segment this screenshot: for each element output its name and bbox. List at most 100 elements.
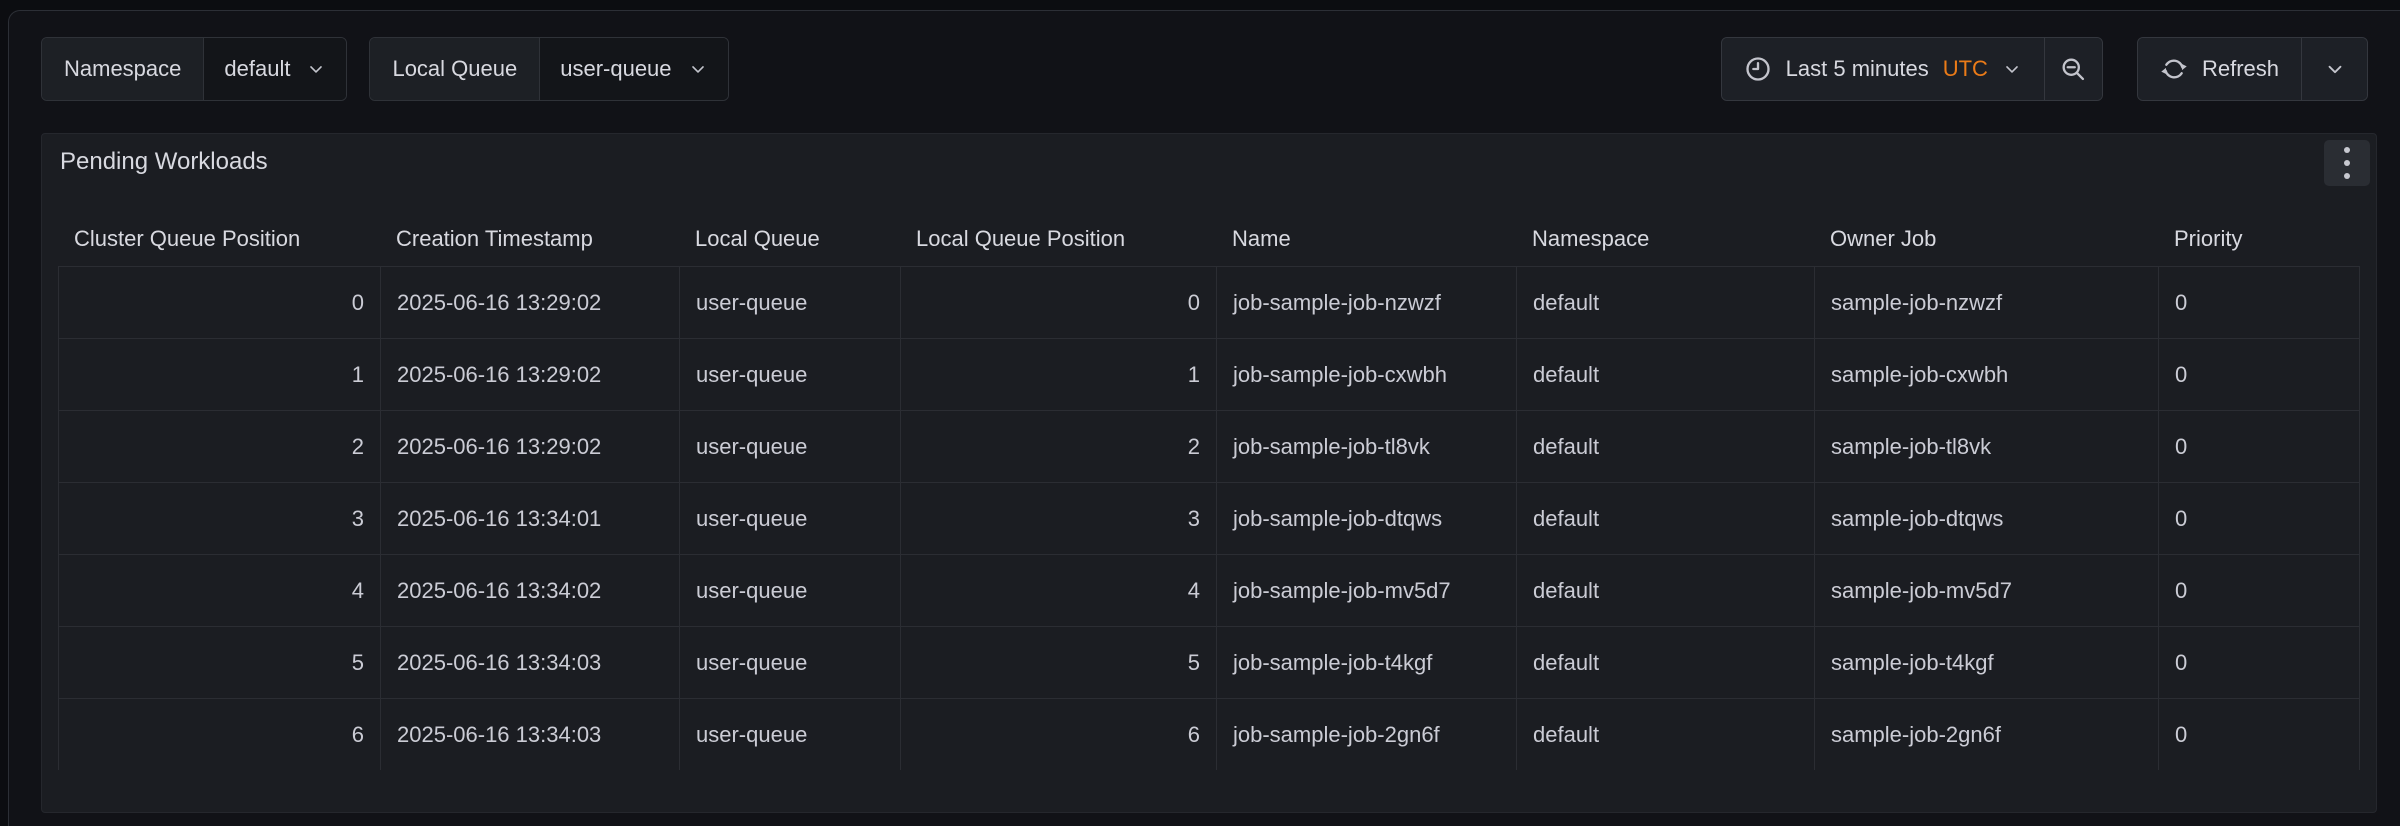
cell-name: job-sample-job-mv5d7 — [1216, 555, 1516, 626]
cell-priority: 0 — [2158, 339, 2360, 410]
cell-cluster-queue-position: 2 — [58, 411, 380, 482]
column-header-local-queue-position[interactable]: Local Queue Position — [900, 212, 1216, 266]
table-header-row: Cluster Queue PositionCreation Timestamp… — [58, 212, 2360, 266]
cell-creation-timestamp: 2025-06-16 13:29:02 — [380, 267, 679, 338]
table-row: 22025-06-16 13:29:02user-queue2job-sampl… — [58, 410, 2360, 482]
cell-local-queue: user-queue — [679, 555, 900, 626]
cell-owner-job: sample-job-t4kgf — [1814, 627, 2158, 698]
cell-priority: 0 — [2158, 411, 2360, 482]
cell-cluster-queue-position: 0 — [58, 267, 380, 338]
cell-namespace: default — [1516, 267, 1814, 338]
local-queue-variable-label: Local Queue — [370, 38, 540, 100]
cell-name: job-sample-job-nzwzf — [1216, 267, 1516, 338]
cell-cluster-queue-position: 4 — [58, 555, 380, 626]
cell-priority: 0 — [2158, 699, 2360, 770]
cell-local-queue-position: 1 — [900, 339, 1216, 410]
zoom-out-button[interactable] — [2044, 38, 2102, 100]
refresh-button-label: Refresh — [2202, 56, 2279, 82]
pending-workloads-panel: Pending Workloads Cluster Queue Position… — [41, 133, 2377, 813]
cell-local-queue: user-queue — [679, 699, 900, 770]
cell-name: job-sample-job-dtqws — [1216, 483, 1516, 554]
column-header-namespace[interactable]: Namespace — [1516, 212, 1814, 266]
cell-namespace: default — [1516, 339, 1814, 410]
chevron-down-icon — [2002, 59, 2022, 79]
cell-cluster-queue-position: 1 — [58, 339, 380, 410]
clock-icon — [1744, 55, 1772, 83]
cell-cluster-queue-position: 5 — [58, 627, 380, 698]
column-header-owner-job[interactable]: Owner Job — [1814, 212, 2158, 266]
cell-name: job-sample-job-tl8vk — [1216, 411, 1516, 482]
cell-namespace: default — [1516, 411, 1814, 482]
local-queue-variable-select[interactable]: user-queue — [540, 38, 727, 100]
table-row: 02025-06-16 13:29:02user-queue0job-sampl… — [58, 266, 2360, 338]
table-body: 02025-06-16 13:29:02user-queue0job-sampl… — [58, 266, 2360, 770]
cell-owner-job: sample-job-nzwzf — [1814, 267, 2158, 338]
local-queue-variable-value: user-queue — [560, 56, 671, 82]
cell-namespace: default — [1516, 627, 1814, 698]
cell-priority: 0 — [2158, 555, 2360, 626]
panel-header: Pending Workloads — [42, 134, 2376, 190]
table-row: 62025-06-16 13:34:03user-queue6job-sampl… — [58, 698, 2360, 770]
cell-owner-job: sample-job-mv5d7 — [1814, 555, 2158, 626]
cell-creation-timestamp: 2025-06-16 13:29:02 — [380, 339, 679, 410]
timezone-badge: UTC — [1943, 56, 1988, 82]
cell-local-queue: user-queue — [679, 483, 900, 554]
cell-local-queue-position: 2 — [900, 411, 1216, 482]
cell-creation-timestamp: 2025-06-16 13:34:01 — [380, 483, 679, 554]
cell-namespace: default — [1516, 699, 1814, 770]
time-range-label: Last 5 minutes — [1786, 56, 1929, 82]
cell-priority: 0 — [2158, 627, 2360, 698]
namespace-variable: Namespace default — [41, 37, 347, 101]
cell-priority: 0 — [2158, 267, 2360, 338]
cell-namespace: default — [1516, 483, 1814, 554]
cell-creation-timestamp: 2025-06-16 13:29:02 — [380, 411, 679, 482]
cell-name: job-sample-job-t4kgf — [1216, 627, 1516, 698]
table-row: 52025-06-16 13:34:03user-queue5job-sampl… — [58, 626, 2360, 698]
panel-menu-button[interactable] — [2324, 140, 2370, 186]
cell-owner-job: sample-job-cxwbh — [1814, 339, 2158, 410]
cell-local-queue-position: 5 — [900, 627, 1216, 698]
cell-local-queue: user-queue — [679, 411, 900, 482]
cell-priority: 0 — [2158, 483, 2360, 554]
local-queue-variable: Local Queue user-queue — [369, 37, 728, 101]
chevron-down-icon — [2324, 58, 2346, 80]
cell-cluster-queue-position: 3 — [58, 483, 380, 554]
cell-local-queue-position: 4 — [900, 555, 1216, 626]
table-row: 32025-06-16 13:34:01user-queue3job-sampl… — [58, 482, 2360, 554]
chevron-down-icon — [688, 59, 708, 79]
cell-owner-job: sample-job-tl8vk — [1814, 411, 2158, 482]
column-header-creation-timestamp[interactable]: Creation Timestamp — [380, 212, 679, 266]
cell-name: job-sample-job-cxwbh — [1216, 339, 1516, 410]
namespace-variable-select[interactable]: default — [204, 38, 346, 100]
kebab-icon — [2344, 147, 2350, 179]
cell-local-queue: user-queue — [679, 627, 900, 698]
cell-local-queue: user-queue — [679, 339, 900, 410]
refresh-controls: Refresh — [2137, 37, 2368, 101]
column-header-cluster-queue-position[interactable]: Cluster Queue Position — [58, 212, 380, 266]
column-header-name[interactable]: Name — [1216, 212, 1516, 266]
table-row: 42025-06-16 13:34:02user-queue4job-sampl… — [58, 554, 2360, 626]
panel-title: Pending Workloads — [60, 148, 268, 176]
dashboard-toolbar: Namespace default Local Queue user-queue — [41, 37, 2368, 101]
column-header-priority[interactable]: Priority — [2158, 212, 2360, 266]
cell-local-queue-position: 6 — [900, 699, 1216, 770]
cell-local-queue-position: 3 — [900, 483, 1216, 554]
column-header-local-queue[interactable]: Local Queue — [679, 212, 900, 266]
table-row: 12025-06-16 13:29:02user-queue1job-sampl… — [58, 338, 2360, 410]
chevron-down-icon — [306, 59, 326, 79]
refresh-interval-dropdown[interactable] — [2301, 38, 2367, 100]
cell-creation-timestamp: 2025-06-16 13:34:03 — [380, 699, 679, 770]
refresh-button[interactable]: Refresh — [2138, 38, 2301, 100]
time-controls: Last 5 minutes UTC — [1721, 37, 2103, 101]
dashboard-content: Namespace default Local Queue user-queue — [8, 10, 2400, 826]
pending-workloads-table: Cluster Queue PositionCreation Timestamp… — [58, 212, 2360, 770]
cell-owner-job: sample-job-dtqws — [1814, 483, 2158, 554]
cell-creation-timestamp: 2025-06-16 13:34:03 — [380, 627, 679, 698]
namespace-variable-label: Namespace — [42, 38, 204, 100]
magnifier-minus-icon — [2059, 55, 2087, 83]
cell-name: job-sample-job-2gn6f — [1216, 699, 1516, 770]
time-range-picker[interactable]: Last 5 minutes UTC — [1722, 38, 2044, 100]
namespace-variable-value: default — [224, 56, 290, 82]
cell-namespace: default — [1516, 555, 1814, 626]
cell-local-queue: user-queue — [679, 267, 900, 338]
